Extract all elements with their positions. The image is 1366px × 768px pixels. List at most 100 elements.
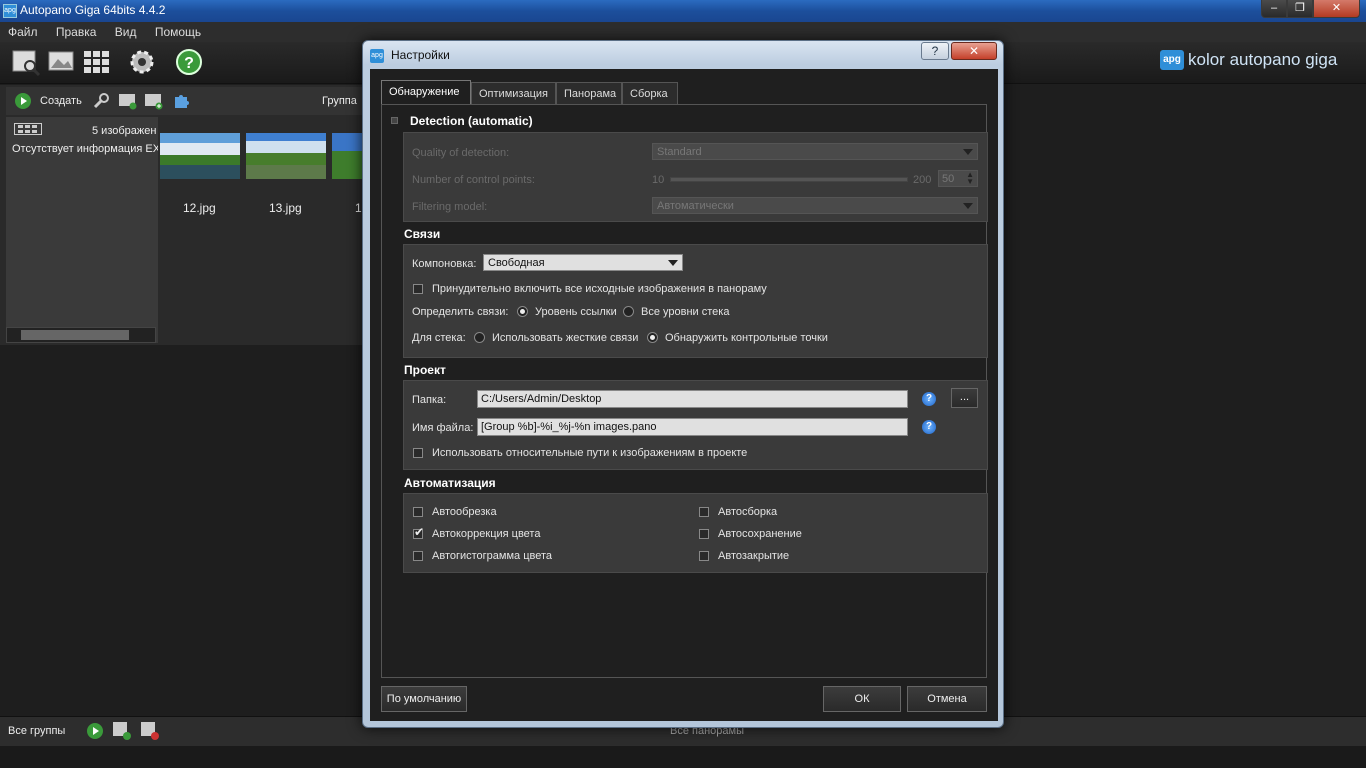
project-header: Проект (404, 363, 446, 377)
stack-label: Для стека: (412, 332, 466, 344)
create-button[interactable]: Создать (40, 95, 82, 107)
hard-links-label: Использовать жесткие связи (492, 332, 639, 344)
play-icon[interactable] (86, 722, 104, 740)
wrench-icon[interactable] (92, 92, 110, 110)
thumbnail-image[interactable] (332, 133, 362, 179)
horizontal-scrollbar[interactable] (6, 327, 156, 343)
autoclose-checkbox[interactable] (699, 551, 709, 561)
play-create-icon[interactable] (14, 92, 32, 110)
group-label: Группа (322, 95, 357, 107)
tab-optimization[interactable]: Оптимизация (471, 82, 556, 104)
autocolor-checkbox[interactable] (413, 525, 424, 539)
control-points-value: 50 (942, 173, 955, 185)
control-points-spinbox[interactable]: 50 ▲ ▼ (938, 170, 978, 187)
image-add-icon[interactable] (144, 92, 164, 110)
image-count: 5 изображен (92, 125, 157, 137)
autosave-label: Автосохранение (718, 528, 802, 540)
settings-gear-icon[interactable] (126, 47, 158, 77)
detection-toggle[interactable] (391, 117, 398, 124)
puzzle-icon[interactable] (172, 92, 190, 110)
scrollbar-thumb[interactable] (21, 330, 129, 340)
cancel-button[interactable]: Отмена (907, 686, 987, 712)
tab-render[interactable]: Сборка (622, 82, 678, 104)
open-folder-icon[interactable] (10, 47, 42, 77)
tab-detection[interactable]: Обнаружение (381, 80, 471, 104)
thumbnail-image[interactable] (160, 133, 240, 179)
main-title-bar: apg Autopano Giga 64bits 4.4.2 – ❐ ✕ (0, 0, 1366, 22)
filename-input[interactable]: [Group %b]-%i_%j-%n images.pano (477, 418, 908, 436)
settings-dialog: apg Настройки ? ✕ Обнаружение Оптимизаци… (362, 40, 1004, 728)
maximize-button[interactable]: ❐ (1287, 0, 1313, 18)
folder-label: Папка: (412, 394, 447, 406)
force-include-checkbox[interactable] (413, 284, 423, 294)
default-button[interactable]: По умолчанию (381, 686, 467, 712)
tab-panorama[interactable]: Панорама (556, 82, 622, 104)
filtering-label: Filtering model: (412, 201, 488, 213)
ok-button[interactable]: ОК (823, 686, 901, 712)
chevron-down-icon (668, 260, 678, 266)
quality-select[interactable]: Standard (652, 143, 978, 160)
brand-logo: apg kolor autopano giga (1160, 50, 1337, 70)
help-question-icon[interactable]: ? (174, 47, 206, 77)
thumbnail-image[interactable] (246, 133, 326, 179)
layout-select[interactable]: Свободная (483, 254, 683, 271)
reference-level-label: Уровень ссылки (535, 306, 617, 318)
menu-bar: Файл Правка Вид Помощь (0, 22, 1366, 42)
menu-edit[interactable]: Правка (48, 22, 104, 39)
all-stack-levels-label: Все уровни стека (641, 306, 730, 318)
detection-header: Detection (automatic) (410, 114, 533, 128)
filename-help-icon[interactable]: ? (922, 420, 936, 434)
automation-section: Автообрезка Автокоррекция цвета Автогист… (403, 493, 988, 573)
grid-remove-icon[interactable] (140, 721, 160, 741)
project-section: Папка: C:/Users/Admin/Desktop ? ... Имя … (403, 380, 988, 470)
folder-help-icon[interactable]: ? (922, 392, 936, 406)
control-points-slider[interactable] (670, 177, 908, 182)
radio-hard-links[interactable] (474, 332, 485, 343)
svg-text:?: ? (184, 55, 194, 72)
filtering-value: Автоматически (657, 200, 734, 212)
group-grid-icon[interactable] (14, 123, 42, 135)
autohisto-checkbox[interactable] (413, 551, 423, 561)
autosave-checkbox[interactable] (699, 529, 709, 539)
autorender-checkbox[interactable] (699, 507, 709, 517)
menu-file[interactable]: Файл (0, 22, 45, 39)
groups-panel: Создать Группа 5 изображен Отсутствует и… (0, 85, 362, 345)
links-section: Компоновка: Свободная Принудительно вклю… (403, 244, 988, 358)
minimize-button[interactable]: – (1261, 0, 1287, 18)
radio-all-stack-levels[interactable] (623, 306, 634, 317)
menu-view[interactable]: Вид (107, 22, 144, 39)
dialog-title: Настройки (391, 48, 450, 62)
app-icon: apg (3, 4, 17, 18)
filtering-select[interactable]: Автоматически (652, 197, 978, 214)
window-title: Autopano Giga 64bits 4.4.2 (20, 3, 166, 17)
detect-control-points-label: Обнаружить контрольные точки (665, 332, 828, 344)
apg-logo-icon: apg (1160, 50, 1184, 70)
close-window-button[interactable]: ✕ (1313, 0, 1360, 18)
relative-paths-checkbox[interactable] (413, 448, 423, 458)
grid-add-icon[interactable] (112, 721, 132, 741)
thumbnail-label: 13.jpg (269, 201, 302, 215)
folder-input[interactable]: C:/Users/Admin/Desktop (477, 390, 908, 408)
status-bar (0, 746, 1366, 768)
brand-text: kolor autopano giga (1188, 50, 1338, 69)
all-groups-label: Все группы (8, 725, 66, 737)
group-card[interactable]: 5 изображен Отсутствует информация EX (6, 117, 158, 343)
dialog-close-button[interactable]: ✕ (951, 42, 997, 60)
radio-reference-level[interactable] (517, 306, 528, 317)
menu-help[interactable]: Помощь (147, 22, 208, 39)
links-header: Связи (404, 227, 441, 241)
radio-detect-control-points[interactable] (647, 332, 658, 343)
image-edit-icon[interactable] (118, 92, 138, 110)
control-points-max: 200 (913, 174, 932, 186)
relative-paths-label: Использовать относительные пути к изобра… (432, 447, 748, 459)
browse-button[interactable]: ... (951, 388, 978, 408)
grid-view-icon[interactable] (80, 47, 112, 77)
thumbnail-label: 1 (355, 201, 362, 215)
spin-arrows-icon[interactable]: ▲ ▼ (966, 171, 974, 186)
open-images-icon[interactable] (46, 47, 78, 77)
automation-header: Автоматизация (404, 476, 496, 490)
autocrop-checkbox[interactable] (413, 507, 423, 517)
dialog-help-button[interactable]: ? (921, 42, 949, 60)
dialog-body: Обнаружение Оптимизация Панорама Сборка … (370, 69, 998, 721)
quality-value: Standard (657, 146, 702, 158)
